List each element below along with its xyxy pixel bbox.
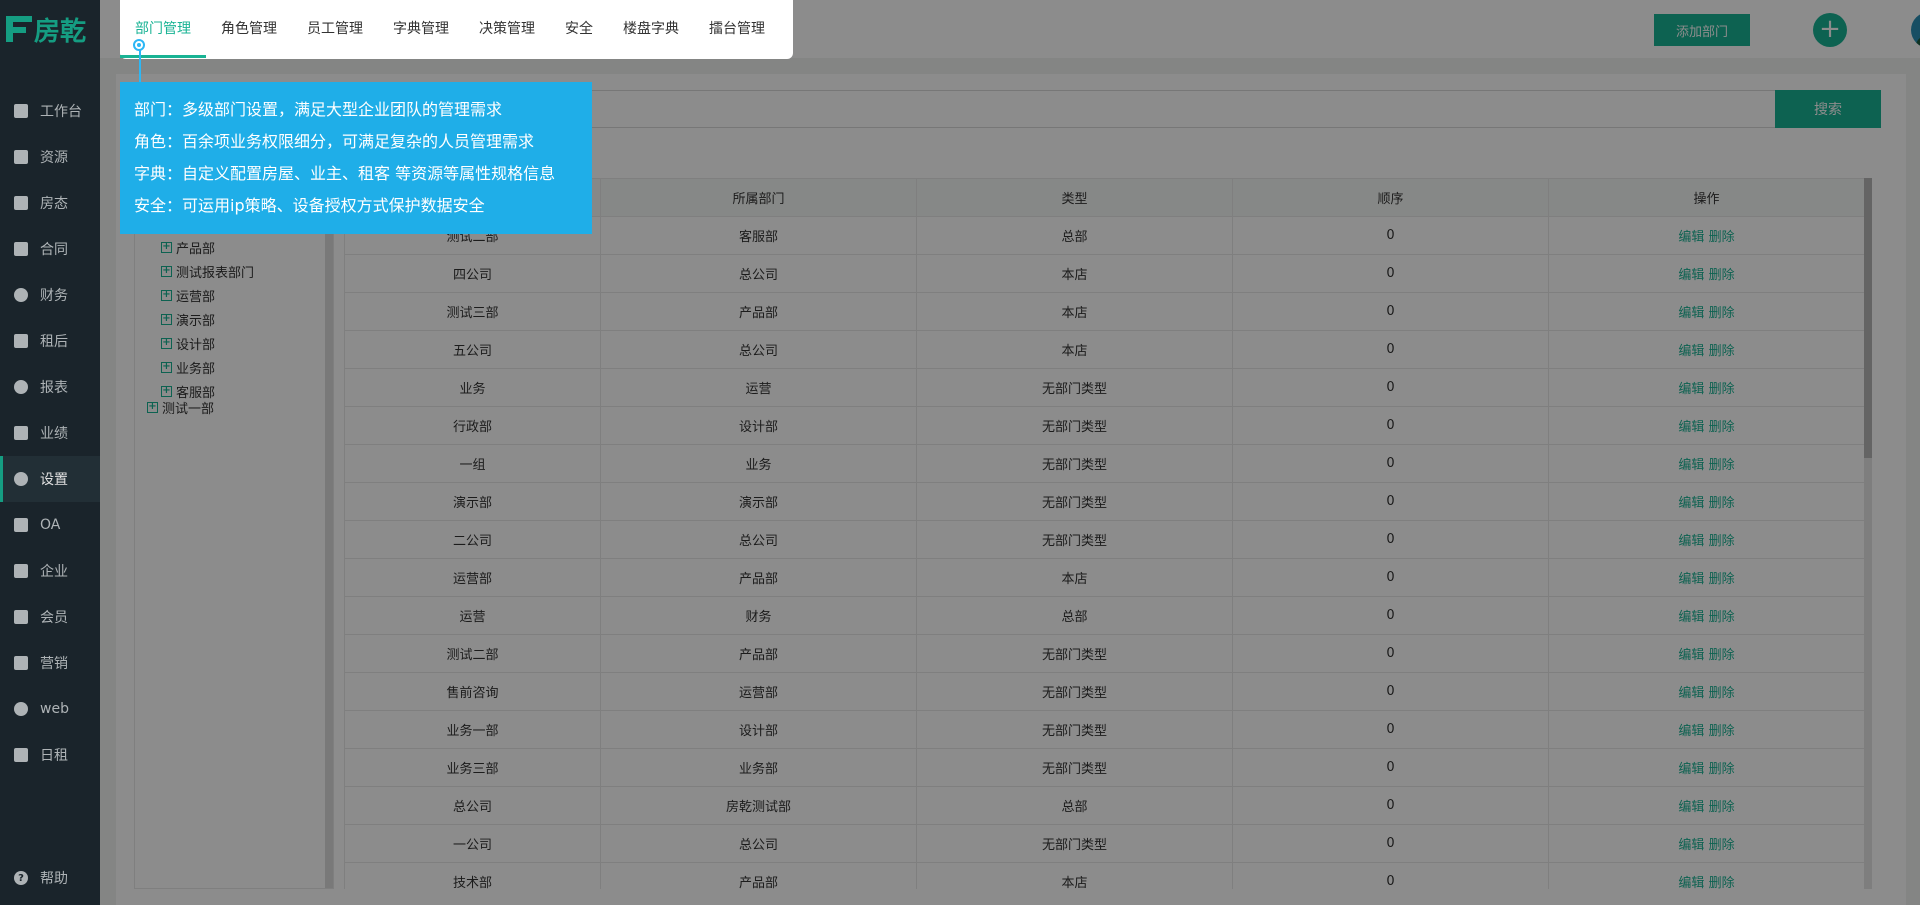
tab-2[interactable]: 员工管理 (292, 0, 378, 58)
tab-1[interactable]: 角色管理 (206, 0, 292, 58)
tooltip-line: 角色：百余项业务权限细分，可满足复杂的人员管理需求 (134, 132, 535, 151)
tab-7[interactable]: 擂台管理 (694, 0, 780, 58)
tab-5[interactable]: 安全 (550, 0, 608, 58)
tooltip-pin-icon (133, 39, 145, 51)
tooltip-line: 安全：可运用ip策略、设备授权方式保护数据安全 (134, 196, 485, 215)
overlay-dim-sidebar (0, 0, 100, 905)
tooltip-line: 部门：多级部门设置，满足大型企业团队的管理需求 (134, 100, 503, 119)
tab-6[interactable]: 楼盘字典 (608, 0, 694, 58)
tabs-highlight: 部门管理 角色管理 员工管理 字典管理 决策管理 安全 楼盘字典 擂台管理 (120, 0, 793, 59)
tab-bar: 部门管理 角色管理 员工管理 字典管理 决策管理 安全 楼盘字典 擂台管理 (120, 0, 780, 58)
tooltip-line: 字典：自定义配置房屋、业主、租客 等资源等属性规格信息 (134, 164, 556, 183)
sidebar: 房乾 工作台 资源 房态 合同 财务 租后 报表 业绩 设置 OA 企业 会员 营销 web 日租 ? 帮助 (0, 0, 100, 905)
tab-0[interactable]: 部门管理 (120, 0, 206, 58)
tab-4[interactable]: 决策管理 (464, 0, 550, 58)
tab-3[interactable]: 字典管理 (378, 0, 464, 58)
feature-tooltip[interactable]: 部门：多级部门设置，满足大型企业团队的管理需求 角色：百余项业务权限细分，可满足… (120, 82, 592, 234)
